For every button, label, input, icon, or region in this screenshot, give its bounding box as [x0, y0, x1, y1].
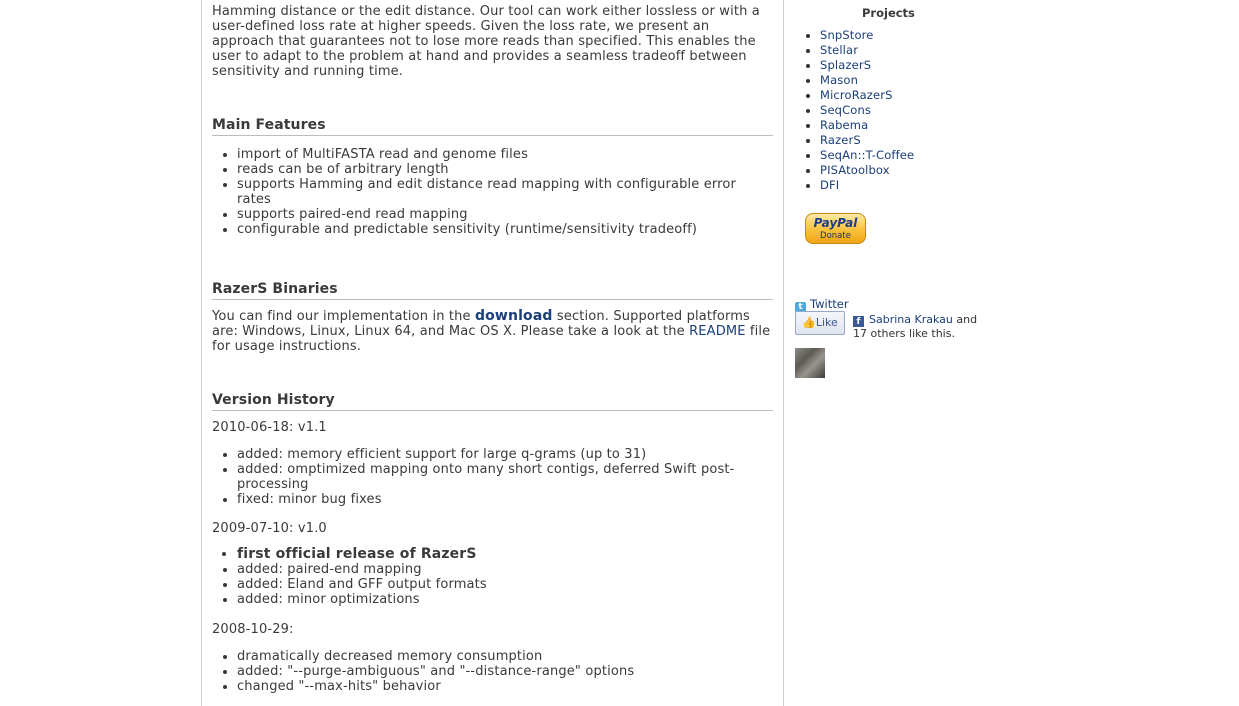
project-link-splazers[interactable]: SplazerS	[820, 58, 871, 72]
project-link-stellar[interactable]: Stellar	[820, 43, 858, 57]
list-item: import of MultiFASTA read and genome fil…	[237, 147, 774, 162]
project-item: SnpStore	[820, 28, 1239, 43]
list-item: added: Eland and GFF output formats	[237, 577, 774, 592]
list-item: fixed: minor bug fixes	[237, 492, 774, 507]
binaries-heading: RazerS Binaries	[212, 282, 773, 300]
release-list: added: memory efficient support for larg…	[212, 447, 774, 507]
paypal-donate-label: Donate	[820, 231, 851, 241]
project-item: Stellar	[820, 43, 1239, 58]
facebook-like-button[interactable]: 👍Like	[795, 311, 845, 335]
list-item: reads can be of arbitrary length	[237, 162, 774, 177]
release-list: dramatically decreased memory consumptio…	[212, 649, 774, 694]
project-link-microrazers[interactable]: MicroRazerS	[820, 88, 893, 102]
project-item: Rabema	[820, 118, 1239, 133]
fb-others: 17 others like this.	[853, 327, 955, 340]
project-link-pisatoolbox[interactable]: PISAtoolbox	[820, 163, 890, 177]
fb-and: and	[956, 313, 978, 326]
project-item: SplazerS	[820, 58, 1239, 73]
list-item: supports Hamming and edit distance read …	[237, 177, 747, 207]
list-item: added: memory efficient support for larg…	[237, 447, 774, 462]
list-item: added: paired-end mapping	[237, 562, 774, 577]
readme-link[interactable]: README	[689, 324, 745, 339]
intro-paragraph: Hamming distance or the edit distance. O…	[212, 4, 760, 79]
paypal-logo: PayPal	[813, 216, 858, 230]
main-features-list: import of MultiFASTA read and genome fil…	[212, 147, 774, 237]
twitter-label: Twitter	[810, 297, 849, 311]
list-item: added: "--purge-ambiguous" and "--distan…	[237, 664, 774, 679]
release-label: 2008-10-29:	[212, 622, 294, 637]
project-link-razers[interactable]: RazerS	[820, 133, 861, 147]
list-item: added: minor optimizations	[237, 592, 774, 607]
main-features-heading: Main Features	[212, 118, 773, 136]
project-item: PISAtoolbox	[820, 163, 1239, 178]
project-item: RazerS	[820, 133, 1239, 148]
list-item: dramatically decreased memory consumptio…	[237, 649, 774, 664]
list-item: first official release of RazerS	[237, 547, 774, 562]
project-link-dfi[interactable]: DFI	[820, 178, 839, 192]
project-item: SeqCons	[820, 103, 1239, 118]
list-item: added: omptimized mapping onto many shor…	[237, 462, 747, 492]
avatar[interactable]	[795, 348, 825, 378]
projects-list: SnpStore Stellar SplazerS Mason MicroRaz…	[795, 28, 1239, 193]
projects-title: Projects	[862, 6, 915, 20]
project-link-rabema[interactable]: Rabema	[820, 118, 868, 132]
project-link-seqcons[interactable]: SeqCons	[820, 103, 871, 117]
list-item: supports paired-end read mapping	[237, 207, 774, 222]
content-right-border	[783, 0, 784, 706]
facebook-icon: f	[853, 316, 864, 327]
project-item: MicroRazerS	[820, 88, 1239, 103]
project-item: DFI	[820, 178, 1239, 193]
release-label: 2010-06-18: v1.1	[212, 420, 327, 435]
project-item: SeqAn::T-Coffee	[820, 148, 1239, 163]
facebook-like-summary: f Sabrina Krakau and 17 others like this.	[853, 313, 983, 341]
like-label: Like	[815, 316, 838, 329]
list-item: configurable and predictable sensitivity…	[237, 222, 774, 237]
facebook-user-link[interactable]: Sabrina Krakau	[869, 313, 953, 326]
binaries-text-1: You can find our implementation in the	[212, 309, 471, 324]
binaries-paragraph: You can find our implementation in the d…	[212, 308, 774, 355]
release-label: 2009-07-10: v1.0	[212, 521, 327, 536]
project-link-mason[interactable]: Mason	[820, 73, 858, 87]
project-link-seqan-tcoffee[interactable]: SeqAn::T-Coffee	[820, 148, 914, 162]
paypal-donate-button[interactable]: PayPal Donate	[805, 213, 866, 244]
version-history-heading: Version History	[212, 393, 773, 411]
list-item: changed "--max-hits" behavior	[237, 679, 774, 694]
release-list: first official release of RazerS added: …	[212, 547, 774, 608]
project-link-snpstore[interactable]: SnpStore	[820, 28, 873, 42]
thumbs-up-icon: 👍	[802, 316, 816, 329]
project-item: Mason	[820, 73, 1239, 88]
download-link[interactable]: download	[475, 308, 553, 324]
content-left-border	[201, 0, 202, 706]
